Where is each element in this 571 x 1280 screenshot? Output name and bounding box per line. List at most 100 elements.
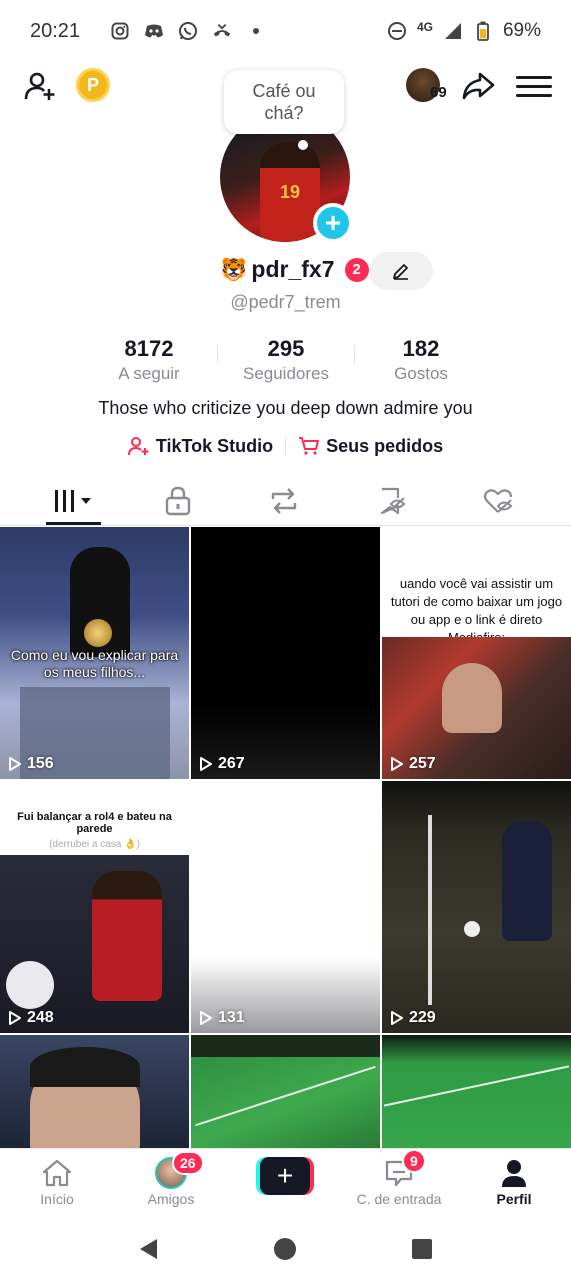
nav-home-label: Início [40, 1191, 74, 1207]
bookmark-hidden-icon [380, 487, 406, 515]
menu-line [516, 93, 552, 97]
view-count: 156 [8, 755, 54, 773]
stat-likes[interactable]: 182 Gostos [351, 336, 491, 384]
tiktok-studio-label: TikTok Studio [155, 435, 274, 456]
nav-friends[interactable]: 26 Amigos [121, 1151, 221, 1217]
video-thumbnail[interactable] [0, 1035, 189, 1148]
status-time: 20:21 [30, 19, 81, 42]
recents-square-icon [412, 1239, 432, 1259]
play-icon [391, 757, 403, 771]
menu-line [516, 84, 552, 88]
grid-videos-icon [55, 490, 91, 512]
thumb-ball [6, 961, 54, 1009]
home-system-button[interactable] [270, 1234, 300, 1264]
play-icon [200, 1011, 212, 1025]
nav-profile[interactable]: Perfil [464, 1157, 564, 1217]
profile-note-bubble[interactable]: Café ou chá? [224, 70, 344, 134]
signal-icon [443, 21, 463, 41]
orders-link[interactable]: Seus pedidos [298, 436, 443, 457]
home-icon [42, 1159, 72, 1187]
back-button[interactable] [134, 1234, 164, 1264]
likes-label: Gostos [394, 364, 448, 383]
video-thumbnail[interactable]: 229 [382, 781, 571, 1033]
orders-label: Seus pedidos [326, 435, 444, 456]
username-badge[interactable]: 2 [344, 257, 369, 282]
video-thumbnail[interactable]: 267 [191, 527, 380, 779]
coins-button[interactable]: P [76, 68, 110, 102]
tab-favorites[interactable] [362, 478, 422, 524]
whatsapp-icon [178, 21, 198, 41]
profile-links: TikTok Studio Seus pedidos [0, 432, 571, 460]
following-count: 8172 [124, 336, 174, 361]
stat-followers[interactable]: 295 Seguidores [216, 336, 356, 384]
thumb-hair [30, 1047, 140, 1087]
tab-private[interactable] [148, 478, 208, 524]
friends-badge: 26 [172, 1151, 204, 1175]
profile-visitors-button[interactable]: 69 [406, 68, 454, 104]
profile-tabs [0, 478, 571, 526]
nav-friends-icon-wrap: 26 [154, 1151, 204, 1189]
video-top-subcaption: (derrubei a casa 👌) [49, 839, 140, 850]
thumb-face [442, 663, 502, 733]
thumb-pitch-line [383, 1065, 570, 1107]
tab-liked[interactable] [468, 478, 528, 524]
video-thumbnail[interactable] [191, 1035, 380, 1148]
tab-reposts[interactable] [254, 478, 314, 524]
studio-user-icon [127, 437, 149, 456]
status-bar: 20:21 4G 69% [0, 0, 571, 62]
tiktok-studio-link[interactable]: TikTok Studio [127, 435, 274, 457]
nav-inbox-label: C. de entrada [356, 1191, 442, 1207]
likes-count: 182 [402, 336, 440, 361]
video-thumbnail[interactable] [382, 1035, 571, 1148]
video-thumbnail[interactable]: Fui balançar a rol4 e bateu na parede (d… [0, 781, 189, 1033]
share-icon [462, 72, 495, 100]
recents-button[interactable] [407, 1234, 437, 1264]
play-icon [200, 757, 212, 771]
tab-videos[interactable] [44, 478, 104, 524]
profile-icon [502, 1160, 526, 1187]
note-bubble-tail [298, 140, 308, 150]
edit-profile-button[interactable] [369, 252, 433, 290]
status-right: 4G 69% [387, 20, 541, 42]
nav-home[interactable]: Início [7, 1157, 107, 1217]
menu-button[interactable] [516, 68, 552, 104]
share-profile-button[interactable] [460, 68, 496, 104]
video-thumbnail[interactable]: uando você vai assistir um tutori de com… [382, 527, 571, 779]
view-count-value: 248 [27, 1009, 54, 1026]
view-count: 248 [8, 1009, 54, 1027]
video-top-caption: uando você vai assistir um tutori de com… [382, 527, 571, 645]
followers-count: 295 [267, 336, 305, 361]
create-button[interactable]: + [256, 1157, 314, 1195]
thumb-ball [464, 921, 480, 937]
do-not-disturb-icon [387, 21, 407, 41]
video-thumbnail[interactable]: Como eu vou explicar para os meus filhos… [0, 527, 189, 779]
battery-level: 69% [502, 20, 541, 41]
profile-bio: Those who criticize you deep down admire… [98, 398, 473, 418]
status-left: 20:21 [30, 20, 266, 43]
add-story-button[interactable]: + [313, 203, 353, 243]
video-caption: Como eu vou explicar para os meus filhos… [10, 647, 179, 680]
thumb-pitch-line [195, 1065, 376, 1127]
profile-handle: @pedr7_trem [230, 292, 341, 312]
name-wrap: 🐯 pdr_fx7 2 [220, 256, 369, 283]
missed-call-icon [212, 21, 232, 41]
nav-inbox[interactable]: 9 C. de entrada [349, 1149, 449, 1217]
nav-home-icon-wrap [40, 1157, 74, 1189]
thumb-goalpost [428, 815, 432, 1005]
tiger-emoji: 🐯 [220, 256, 248, 282]
instagram-icon [110, 21, 130, 41]
profile-username: pdr_fx7 [251, 256, 335, 282]
play-icon [9, 1011, 21, 1025]
play-icon [391, 1011, 403, 1025]
battery-icon [473, 21, 493, 41]
add-friend-button[interactable] [20, 66, 60, 106]
plus-icon: + [260, 1157, 310, 1195]
profile-stats: 8172 A seguir 295 Seguidores 182 Gostos [0, 336, 571, 386]
view-count-value: 267 [218, 755, 245, 772]
name-row: 🐯 pdr_fx7 2 [0, 252, 571, 292]
heart-hidden-icon [483, 489, 513, 513]
following-label: A seguir [118, 364, 180, 383]
video-thumbnail[interactable]: 131 [191, 781, 380, 1033]
add-user-icon [24, 72, 55, 100]
stat-following[interactable]: 8172 A seguir [79, 336, 219, 384]
